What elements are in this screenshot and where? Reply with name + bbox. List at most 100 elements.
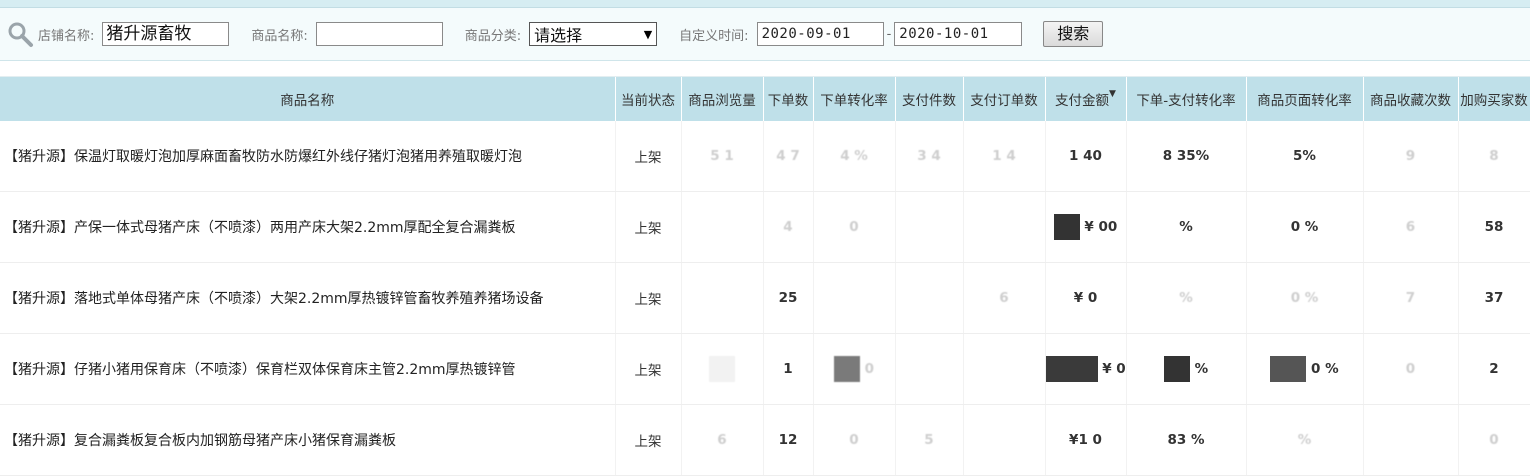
shop-name-input[interactable]: 猪升源畜牧 (102, 22, 230, 46)
pay-items-cell (895, 262, 964, 334)
date-from-input[interactable]: 2020-09-01 (756, 22, 884, 46)
product-name-cell[interactable]: 【猪升源】保温灯取暖灯泡加厚麻面畜牧防水防爆红外线仔猪灯泡猪用养殖取暖灯泡 (0, 121, 616, 192)
product-name-cell[interactable]: 【猪升源】产保一体式母猪产床（不喷漆）两用产床大架2.2mm厚配全复合漏粪板 (0, 191, 616, 263)
pay-orders-cell: 6 (963, 262, 1046, 334)
table-header-row: 商品名称 当前状态 商品浏览量 下单数 下单转化率 支付件数 支付订单数 支付金… (0, 77, 1530, 121)
orders-cell: 12 (763, 404, 814, 476)
table-row: 【猪升源】复合漏粪板复合板内加钢筋母猪产床小猪保育漏粪板 上架 6 12 0 5… (0, 404, 1530, 476)
cart-cell: 0 (1458, 404, 1530, 476)
header-views[interactable]: 商品浏览量 (681, 77, 764, 121)
order-rate-cell (813, 262, 896, 334)
pay-rate-cell: % (1126, 333, 1247, 405)
category-select[interactable]: 请选择 ▼ (529, 22, 658, 46)
table-row: 【猪升源】产保一体式母猪产床（不喷漆）两用产床大架2.2mm厚配全复合漏粪板 上… (0, 191, 1530, 263)
product-name-cell[interactable]: 【猪升源】落地式单体母猪产床（不喷漆）大架2.2mm厚热镀锌管畜牧养殖养猪场设备 (0, 262, 616, 334)
status-cell: 上架 (615, 333, 682, 405)
cart-cell: 37 (1458, 262, 1530, 334)
pay-orders-cell (963, 191, 1046, 263)
order-rate-cell: 0 (813, 333, 896, 405)
header-pay-amount[interactable]: 支付金额▼ (1045, 77, 1127, 121)
favorites-cell: 6 (1363, 191, 1459, 263)
orders-cell: 4 (763, 191, 814, 263)
status-cell: 上架 (615, 404, 682, 476)
redacted-block (1270, 356, 1307, 382)
category-label: 商品分类: (464, 28, 522, 44)
product-name-cell[interactable]: 【猪升源】仔猪小猪用保育床（不喷漆）保育栏双体保育床主管2.2mm厚热镀锌管 (0, 333, 616, 405)
pay-items-cell: 5 (895, 404, 964, 476)
redacted-block (709, 356, 735, 382)
date-separator: - (886, 26, 892, 42)
favorites-cell: 9 (1363, 121, 1459, 192)
page-rate-cell: % (1246, 404, 1364, 476)
pay-items-cell (895, 333, 964, 405)
header-status[interactable]: 当前状态 (615, 77, 682, 121)
status-cell: 上架 (615, 121, 682, 192)
dropdown-arrow-icon: ▼ (643, 27, 653, 41)
table-row: 【猪升源】仔猪小猪用保育床（不喷漆）保育栏双体保育床主管2.2mm厚热镀锌管 上… (0, 333, 1530, 405)
redacted-block (1053, 214, 1080, 240)
views-cell: 6 (681, 404, 764, 476)
header-favorites[interactable]: 商品收藏次数 (1363, 77, 1459, 121)
header-pay-rate[interactable]: 下单-支付转化率 (1126, 77, 1247, 121)
pay-rate-cell: 8 35% (1126, 121, 1247, 192)
product-name-label: 商品名称: (251, 28, 308, 44)
pay-rate-cell: % (1126, 262, 1247, 334)
category-select-value: 请选择 (534, 26, 583, 45)
pay-amount-cell: ¥1 0 (1045, 404, 1127, 476)
pay-amount-text: ¥ 00 (1084, 219, 1118, 235)
header-pay-items[interactable]: 支付件数 (895, 77, 964, 121)
page-rate-cell: 0 % (1246, 262, 1364, 334)
status-cell: 上架 (615, 191, 682, 263)
custom-time-label: 自定义时间: (679, 28, 749, 44)
header-cart[interactable]: 加购买家数 (1458, 77, 1530, 121)
table-row: 【猪升源】保温灯取暖灯泡加厚麻面畜牧防水防爆红外线仔猪灯泡猪用养殖取暖灯泡 上架… (0, 121, 1530, 192)
pay-amount-cell: ¥ 0 (1045, 262, 1127, 334)
product-name-cell[interactable]: 【猪升源】复合漏粪板复合板内加钢筋母猪产床小猪保育漏粪板 (0, 404, 616, 476)
search-icon (8, 22, 33, 47)
pay-orders-cell (963, 404, 1046, 476)
header-order-rate[interactable]: 下单转化率 (813, 77, 896, 121)
search-button[interactable]: 搜索 (1043, 21, 1104, 47)
table-row: 【猪升源】落地式单体母猪产床（不喷漆）大架2.2mm厚热镀锌管畜牧养殖养猪场设备… (0, 262, 1530, 334)
header-pay-amount-label: 支付金额 (1055, 93, 1110, 109)
pay-rate-cell: % (1126, 191, 1247, 263)
order-rate-cell: 0 (813, 404, 896, 476)
cart-cell: 58 (1458, 191, 1530, 263)
order-rate-text: 0 (864, 361, 875, 377)
pay-items-cell: 3 4 (895, 121, 964, 192)
views-cell (681, 333, 764, 405)
orders-cell: 4 7 (763, 121, 814, 192)
pay-rate-text: % (1194, 361, 1209, 377)
product-name-input[interactable] (315, 22, 443, 46)
pay-items-cell (895, 191, 964, 263)
views-cell (681, 262, 764, 334)
order-rate-cell: 4 % (813, 121, 896, 192)
pay-amount-cell: 1 40 (1045, 121, 1127, 192)
header-product-name[interactable]: 商品名称 (0, 77, 616, 121)
orders-cell: 1 (763, 333, 814, 405)
spacer (0, 61, 1530, 77)
pay-amount-cell: ¥ 00 (1045, 191, 1127, 263)
redacted-block (1045, 356, 1098, 382)
views-cell: 5 1 (681, 121, 764, 192)
redacted-block (1163, 356, 1190, 382)
pay-orders-cell: 1 4 (963, 121, 1046, 192)
redacted-block (833, 356, 860, 382)
header-page-rate[interactable]: 商品页面转化率 (1246, 77, 1364, 121)
pay-amount-text: ¥ 0 (1102, 361, 1126, 377)
cart-cell: 2 (1458, 333, 1530, 405)
header-orders[interactable]: 下单数 (763, 77, 814, 121)
cart-cell: 8 (1458, 121, 1530, 192)
date-to-input[interactable]: 2020-10-01 (894, 22, 1023, 46)
product-table: 商品名称 当前状态 商品浏览量 下单数 下单转化率 支付件数 支付订单数 支付金… (0, 77, 1530, 476)
orders-cell: 25 (763, 262, 814, 334)
page-rate-cell: 5% (1246, 121, 1364, 192)
page-rate-text: 0 % (1311, 361, 1339, 377)
header-pay-orders[interactable]: 支付订单数 (963, 77, 1046, 121)
pay-orders-cell (963, 333, 1046, 405)
page-rate-cell: 0 % (1246, 191, 1364, 263)
top-strip (0, 0, 1530, 8)
pay-amount-cell: ¥ 0 (1045, 333, 1127, 405)
favorites-cell (1363, 404, 1459, 476)
filter-bar: 店铺名称: 猪升源畜牧 商品名称: 商品分类: 请选择 ▼ 自定义时间: 202… (0, 8, 1530, 61)
